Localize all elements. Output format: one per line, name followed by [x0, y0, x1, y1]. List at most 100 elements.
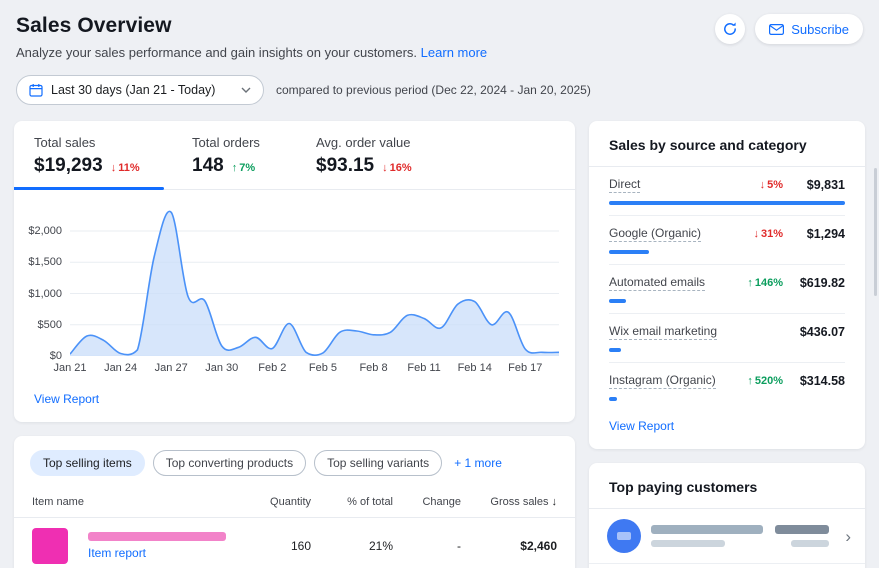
source-label[interactable]: Direct	[609, 177, 641, 193]
tab-top-selling-items[interactable]: Top selling items	[30, 450, 145, 476]
change-badge: ↓ 16%	[382, 162, 412, 174]
tab-top-selling-variants[interactable]: Top selling variants	[314, 450, 443, 476]
redacted-item-name	[88, 532, 226, 541]
stat-total-sales[interactable]: Total sales $19,293 ↓ 11%	[34, 135, 192, 177]
source-bar	[609, 250, 845, 254]
x-tick-label: Jan 30	[205, 362, 239, 374]
source-bar	[609, 299, 845, 303]
subscribe-label: Subscribe	[791, 21, 849, 37]
y-tick-label: $0	[49, 350, 62, 362]
cell-quantity: 160	[290, 539, 311, 553]
refresh-button[interactable]	[715, 14, 746, 44]
stat-value: 148	[192, 155, 224, 176]
cell-gross-sales: $2,460	[520, 539, 557, 553]
table-tabs: Top selling items Top converting product…	[14, 436, 575, 488]
table-row: Item report 160 21% - $2,460	[14, 518, 575, 568]
learn-more-link[interactable]: Learn more	[421, 45, 487, 60]
sort-descending-icon: ↓	[551, 496, 558, 508]
change-badge: ↑ 7%	[231, 162, 256, 174]
source-label[interactable]: Google (Organic)	[609, 226, 702, 242]
redacted-customer-name	[651, 525, 763, 534]
sales-chart: $0 $500 $1,000 $1,500 $2,000	[14, 190, 575, 362]
left-column: Total sales $19,293 ↓ 11% Total orders 14…	[14, 121, 575, 568]
chart-y-axis: $0 $500 $1,000 $1,500 $2,000	[22, 206, 70, 362]
subscribe-button[interactable]: Subscribe	[755, 14, 863, 44]
chart-x-axis: Jan 21 Jan 24 Jan 27 Jan 30 Feb 2 Feb 5 Feb 8 F…	[53, 362, 559, 382]
customer-row[interactable]: ›	[589, 509, 865, 563]
item-name-cell: Item report	[88, 532, 229, 560]
customer-info-redacted	[651, 525, 763, 547]
sales-stats-card: Total sales $19,293 ↓ 11% Total orders 14…	[14, 121, 575, 422]
col-change: Change	[422, 496, 461, 508]
more-tabs-link[interactable]: + 1 more	[454, 456, 502, 470]
source-amount: $9,831	[806, 178, 845, 192]
stat-avg-order-value[interactable]: Avg. order value $93.15 ↓ 16%	[316, 135, 412, 177]
col-item-name: Item name	[32, 496, 84, 508]
stat-value: $93.15	[316, 155, 375, 176]
x-tick-label: Feb 8	[359, 362, 388, 374]
main-content: Total sales $19,293 ↓ 11% Total orders 14…	[0, 121, 879, 568]
stat-label: Total sales	[34, 135, 96, 150]
top-paying-customers-card: Top paying customers ›	[589, 463, 865, 568]
view-report-link[interactable]: View Report	[34, 392, 99, 406]
col-gross-sales[interactable]: Gross sales ↓	[473, 496, 557, 508]
sales-overview-page: Sales Overview Subscribe Analyze your sa…	[0, 0, 879, 568]
customers-card-title: Top paying customers	[589, 463, 865, 509]
y-tick-label: $1,500	[28, 256, 62, 269]
source-bar	[609, 397, 845, 401]
y-tick-label: $500	[37, 318, 62, 331]
stat-label: Avg. order value	[316, 135, 411, 150]
change-badge: ↓ 5%	[759, 179, 783, 191]
item-report-link[interactable]: Item report	[88, 546, 229, 560]
x-tick-label: Jan 24	[104, 362, 138, 374]
scrollbar-thumb[interactable]	[874, 168, 877, 296]
envelope-icon	[769, 23, 785, 35]
filters-toolbar: Last 30 days (Jan 21 - Today) compared t…	[16, 75, 863, 105]
x-tick-label: Jan 21	[53, 362, 87, 374]
calendar-icon	[29, 83, 43, 97]
source-amount: $1,294	[806, 227, 845, 241]
customer-amount-redacted	[775, 525, 830, 547]
x-tick-label: Feb 14	[457, 362, 492, 374]
col-gross-label: Gross sales	[490, 496, 549, 508]
customer-avatar	[607, 519, 641, 553]
y-tick-label: $1,000	[28, 287, 62, 300]
source-label[interactable]: Instagram (Organic)	[609, 373, 716, 389]
redacted-customer-location	[651, 540, 725, 547]
customer-row[interactable]: ›	[589, 563, 865, 568]
change-badge: ↓ 31%	[753, 228, 783, 240]
source-label[interactable]: Automated emails	[609, 275, 706, 291]
date-range-value: Last 30 days (Jan 21 - Today)	[51, 83, 216, 97]
tab-top-converting-products[interactable]: Top converting products	[152, 450, 307, 476]
source-row-automated-emails: Automated emails ↑ 146% $619.82	[609, 265, 845, 314]
page-subtitle: Analyze your sales performance and gain …	[16, 45, 863, 60]
redacted-amount	[775, 525, 830, 534]
stats-tabs: Total sales $19,293 ↓ 11% Total orders 14…	[14, 121, 575, 190]
redacted-amount-sub	[791, 540, 830, 547]
cell-pct-of-total: 21%	[368, 539, 393, 553]
x-tick-label: Feb 5	[308, 362, 337, 374]
x-tick-label: Jan 27	[154, 362, 188, 374]
source-label[interactable]: Wix email marketing	[609, 324, 718, 340]
cell-change: -	[457, 539, 461, 553]
source-row-wix-email-marketing: Wix email marketing $436.07	[609, 314, 845, 363]
sales-by-source-card: Sales by source and category Direct ↓ 5% …	[589, 121, 865, 449]
sources-list: Direct ↓ 5% $9,831 Google (Organic) ↓ 31…	[589, 167, 865, 411]
date-range-select[interactable]: Last 30 days (Jan 21 - Today)	[16, 75, 264, 105]
change-badge: ↓ 11%	[110, 162, 140, 174]
change-badge: ↑ 146%	[747, 277, 783, 289]
source-row-google-organic: Google (Organic) ↓ 31% $1,294	[609, 216, 845, 265]
stat-total-orders[interactable]: Total orders 148 ↑ 7%	[192, 135, 316, 177]
compare-period-text: compared to previous period (Dec 22, 202…	[276, 83, 591, 97]
sources-card-title: Sales by source and category	[589, 121, 865, 167]
chart-plot-area	[70, 206, 559, 356]
source-amount: $436.07	[799, 325, 845, 339]
x-tick-label: Feb 17	[508, 362, 543, 374]
sources-view-report-link[interactable]: View Report	[609, 419, 674, 433]
sales-chart-svg	[70, 210, 559, 356]
subtitle-text: Analyze your sales performance and gain …	[16, 45, 418, 60]
refresh-icon	[722, 21, 738, 37]
table-header: Item name Quantity % of total Change Gro…	[14, 488, 575, 518]
chevron-right-icon: ›	[845, 526, 851, 546]
active-tab-underline	[14, 187, 164, 190]
